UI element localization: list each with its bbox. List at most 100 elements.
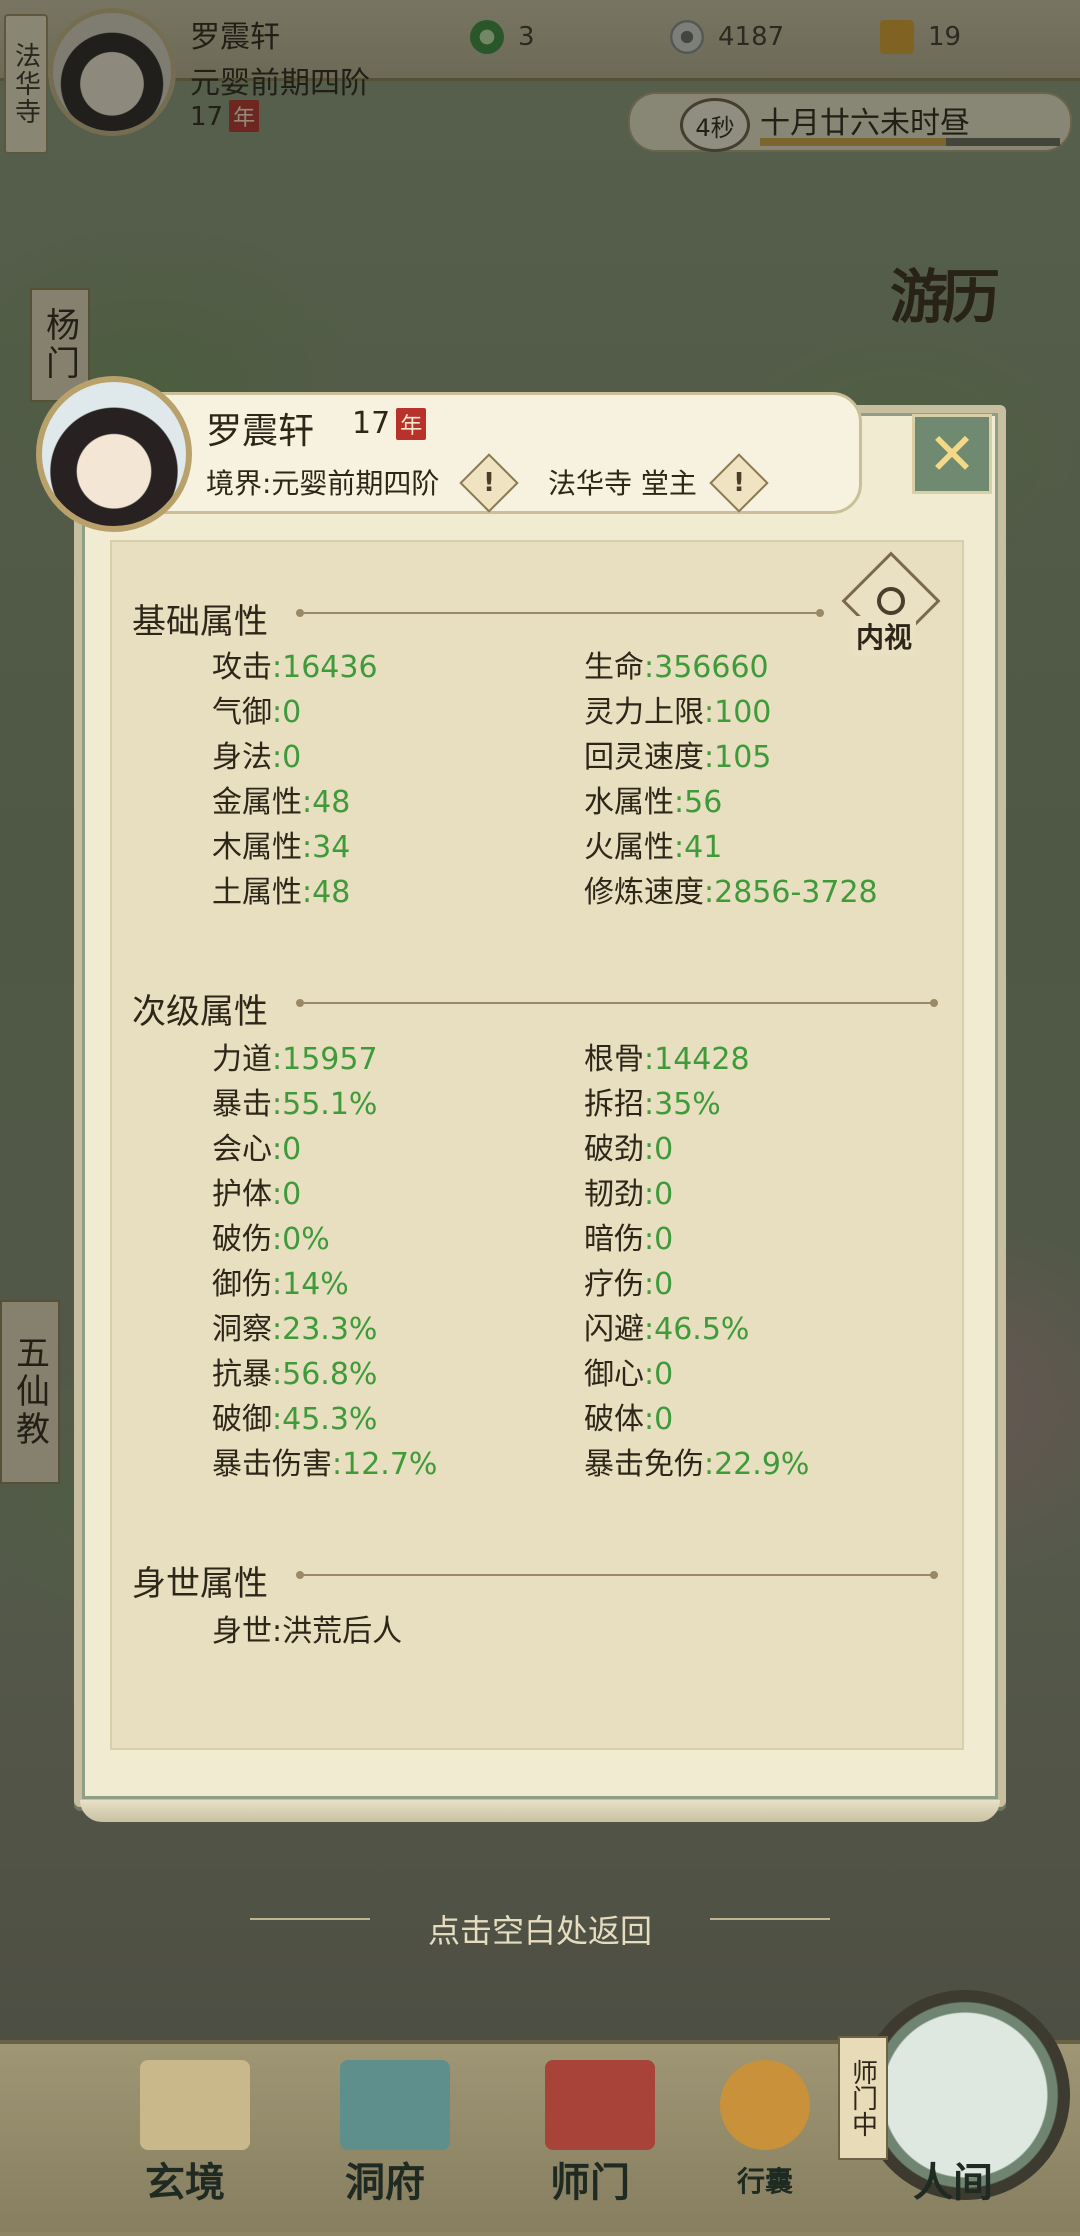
inner-view-button[interactable]: 内视 [841, 551, 941, 656]
stat-label: 护体 [212, 1177, 272, 1212]
stat-label: 金属性 [212, 785, 302, 820]
stat-value: :45.3% [272, 1402, 378, 1437]
dialog-realm: 境界:元婴前期四阶 [206, 467, 440, 500]
stat-label: 破劲 [584, 1132, 644, 1167]
stat-label: 暴击 [212, 1087, 272, 1122]
stat-label: 修炼速度 [584, 875, 704, 910]
stat-row: 暴击:55.1% [212, 1079, 377, 1123]
stat-row: 根骨:14428 [584, 1034, 750, 1078]
stat-value: :14428 [644, 1042, 750, 1077]
bag-icon [720, 2060, 810, 2150]
stat-value: :22.9% [704, 1447, 810, 1482]
stat-label: 拆招 [584, 1087, 644, 1122]
stat-value: :洪荒后人 [272, 1614, 403, 1649]
origin-attributes-title: 身世属性 [132, 1564, 268, 1604]
stat-value: :34 [302, 830, 351, 865]
exclamation-icon: ! [733, 468, 745, 498]
stat-label: 破御 [212, 1402, 272, 1437]
stat-value: :0 [644, 1222, 674, 1257]
stat-value: :23.3% [272, 1312, 378, 1347]
stat-value: :15957 [272, 1042, 378, 1077]
stat-row: 会心:0 [212, 1124, 301, 1168]
stat-label: 疗伤 [584, 1267, 644, 1302]
stat-label: 火属性 [584, 830, 674, 865]
stat-row: 身世:洪荒后人 [212, 1606, 402, 1650]
nav-xingnang[interactable]: 行囊 [690, 2160, 840, 2200]
nav-dongfu[interactable]: 洞府 [310, 2150, 460, 2208]
stat-value: :14% [272, 1267, 349, 1302]
stat-label: 土属性 [212, 875, 302, 910]
stat-row: 暴击伤害:12.7% [212, 1439, 437, 1483]
stat-label: 根骨 [584, 1042, 644, 1077]
stat-value: :12.7% [332, 1447, 438, 1482]
stat-value: :0 [272, 740, 302, 775]
stat-value: :0 [644, 1177, 674, 1212]
in-sect-tag: 师门中 [838, 2036, 888, 2160]
close-icon: ✕ [927, 420, 977, 488]
stat-value: :55.1% [272, 1087, 378, 1122]
stat-label: 破体 [584, 1402, 644, 1437]
stat-value: :105 [704, 740, 772, 775]
stat-row: 水属性:56 [584, 777, 722, 821]
stat-label: 木属性 [212, 830, 302, 865]
dialog-player-age: 17 年 [352, 406, 427, 441]
stat-value: :56 [674, 785, 723, 820]
stat-row: 攻击:16436 [212, 642, 378, 686]
nav-shimen[interactable]: 师门 [515, 2150, 665, 2208]
stat-label: 洞察 [212, 1312, 272, 1347]
scroll-bottom-edge [80, 1800, 1000, 1822]
stat-row: 火属性:41 [584, 822, 722, 866]
stat-row: 破伤:0% [212, 1214, 330, 1258]
stat-row: 抗暴:56.8% [212, 1349, 377, 1393]
stat-row: 修炼速度:2856-3728 [584, 867, 878, 911]
stat-row: 洞察:23.3% [212, 1304, 377, 1348]
nav-xuanjing[interactable]: 玄境 [110, 2150, 260, 2208]
stat-label: 回灵速度 [584, 740, 704, 775]
stat-row: 回灵速度:105 [584, 732, 771, 776]
stat-row: 御心:0 [584, 1349, 673, 1393]
hint-decoration-right [710, 1918, 830, 1920]
stat-value: :48 [302, 785, 351, 820]
stat-label: 力道 [212, 1042, 272, 1077]
section-divider [296, 999, 938, 1007]
stat-value: :46.5% [644, 1312, 750, 1347]
stat-value: :0 [644, 1357, 674, 1392]
stat-value: :0 [644, 1267, 674, 1302]
stat-row: 力道:15957 [212, 1034, 378, 1078]
stat-row: 木属性:34 [212, 822, 350, 866]
stat-label: 生命 [584, 650, 644, 685]
stat-value: :48 [302, 875, 351, 910]
stat-row: 拆招:35% [584, 1079, 721, 1123]
inner-view-label: 内视 [852, 616, 917, 656]
pavilion-icon [340, 2060, 450, 2150]
close-button[interactable]: ✕ [912, 414, 992, 494]
stat-row: 闪避:46.5% [584, 1304, 749, 1348]
stat-label: 身法 [212, 740, 272, 775]
stat-label: 气御 [212, 695, 272, 730]
stat-row: 气御:0 [212, 687, 301, 731]
stat-value: :0 [272, 1132, 302, 1167]
stat-row: 土属性:48 [212, 867, 350, 911]
stat-row: 暴击免伤:22.9% [584, 1439, 809, 1483]
stat-value: :0 [272, 1177, 302, 1212]
banner-icon [545, 2060, 655, 2150]
stat-value: :356660 [644, 650, 769, 685]
stat-value: :0 [644, 1132, 674, 1167]
stat-label: 攻击 [212, 650, 272, 685]
stat-label: 韧劲 [584, 1177, 644, 1212]
tap-to-return-hint: 点击空白处返回 [427, 1912, 652, 1950]
nav-renjian[interactable]: 人间 [878, 2150, 1028, 2208]
stat-label: 破伤 [212, 1222, 272, 1257]
stat-label: 闪避 [584, 1312, 644, 1347]
stat-row: 生命:356660 [584, 642, 769, 686]
stat-row: 暗伤:0 [584, 1214, 673, 1258]
stat-label: 暗伤 [584, 1222, 644, 1257]
secondary-attributes-title: 次级属性 [132, 992, 268, 1032]
dialog-avatar [36, 376, 192, 532]
section-divider [296, 1571, 938, 1579]
exclamation-icon: ! [483, 468, 495, 498]
stat-label: 暴击免伤 [584, 1447, 704, 1482]
section-divider [296, 609, 824, 617]
stat-row: 疗伤:0 [584, 1259, 673, 1303]
stat-row: 金属性:48 [212, 777, 350, 821]
